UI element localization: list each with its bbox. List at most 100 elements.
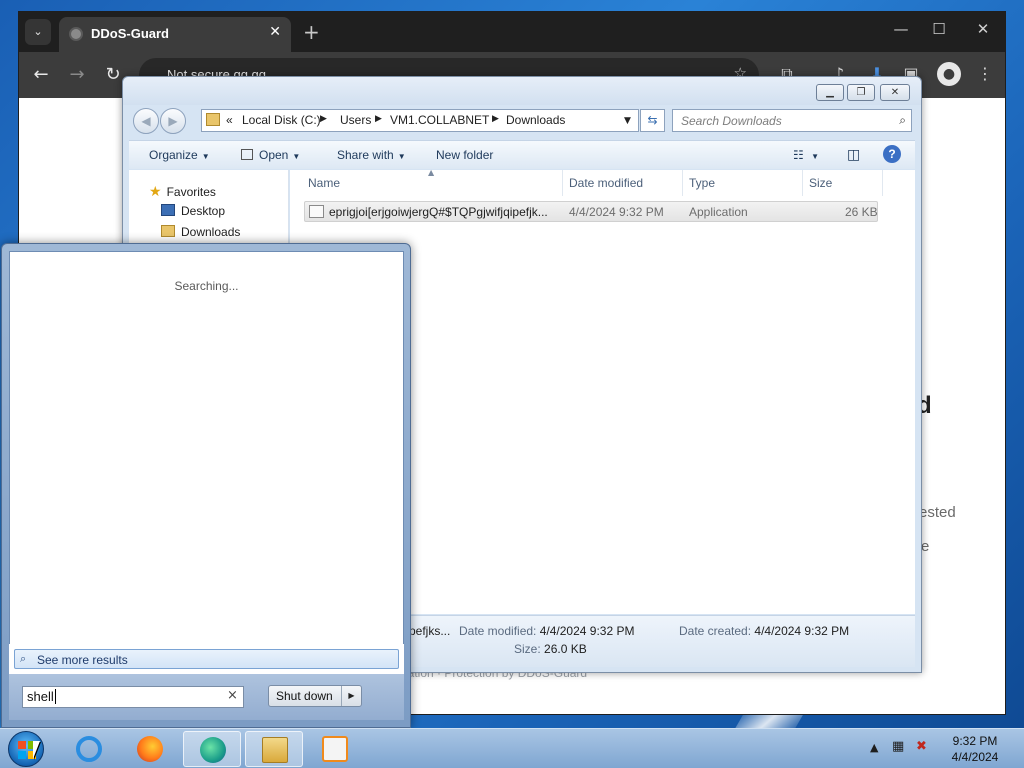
breadcrumb-chevron-icon[interactable]: ▶	[375, 114, 382, 124]
column-header-name[interactable]: Name	[308, 176, 340, 190]
taskbar-internet-explorer[interactable]	[60, 731, 118, 767]
page-text-fragment-2: e	[921, 538, 930, 555]
see-more-results-label: See more results	[37, 653, 128, 667]
internet-explorer-icon	[76, 736, 102, 762]
file-name: eprigjoi[erjgoiwjergQ#$TQPgjwifjqipefjk.…	[329, 205, 548, 219]
firefox-icon	[137, 736, 163, 762]
column-header-size[interactable]: Size	[809, 176, 832, 190]
breadcrumb-user-folder[interactable]: VM1.COLLABNET	[390, 113, 489, 127]
explorer-search-input[interactable]: Search Downloads ⌕	[672, 109, 912, 132]
column-header-type[interactable]: Type	[689, 176, 715, 190]
explorer-forward-icon[interactable]: ▶	[160, 108, 186, 134]
edge-icon	[200, 737, 226, 763]
search-icon: ⌕	[20, 652, 27, 665]
nav-favorites-label: Favorites	[166, 185, 216, 199]
column-header-date-modified[interactable]: Date modified	[569, 176, 643, 190]
address-dropdown-icon[interactable]: ▼	[624, 116, 631, 126]
organize-button[interactable]: Organize ▼	[149, 148, 210, 162]
share-with-button[interactable]: Share with ▼	[337, 148, 406, 162]
back-arrow-icon[interactable]: ←	[29, 64, 53, 85]
taskbar-firefox[interactable]	[121, 731, 179, 767]
shut-down-label: Shut down	[276, 689, 333, 703]
explorer-back-icon[interactable]: ◀	[133, 108, 159, 134]
breadcrumb-chevron-icon[interactable]: ▶	[320, 114, 327, 124]
open-button[interactable]: Open ▼	[241, 148, 300, 162]
forward-arrow-icon[interactable]: →	[65, 64, 89, 85]
start-menu: Searching... ⌕ See more results shell × …	[1, 243, 411, 728]
start-search-area: shell × Shut down ▶	[9, 674, 404, 720]
tab-search-button[interactable]: ⌄	[25, 19, 51, 45]
mouse-cursor-icon	[33, 741, 47, 759]
tab-ddos-guard[interactable]: DDoS-Guard ✕	[59, 17, 291, 52]
explorer-minimize-icon[interactable]: ▁	[816, 84, 844, 101]
menu-kebab-icon[interactable]: ⋮	[973, 64, 997, 83]
file-size: 26 KB	[845, 205, 878, 219]
desktop-icon	[161, 204, 175, 216]
breadcrumb-local-disk[interactable]: Local Disk (C:)	[242, 113, 321, 127]
table-row[interactable]: eprigjoi[erjgoiwjergQ#$TQPgjwifjqipefjk.…	[304, 201, 878, 222]
nav-favorites[interactable]: ★ Favorites	[149, 183, 216, 200]
help-icon[interactable]: ?	[883, 145, 901, 163]
breadcrumb-downloads[interactable]: Downloads	[506, 113, 565, 127]
tab-close-button[interactable]: ✕	[269, 24, 281, 40]
maximize-icon[interactable]: ☐	[927, 20, 951, 38]
start-search-input[interactable]: shell	[22, 686, 244, 708]
explorer-title-bar[interactable]: ▁ ❐ ✕	[123, 77, 921, 105]
search-icon[interactable]: ⌕	[899, 113, 906, 128]
breadcrumb-chevron-icon[interactable]: ▶	[492, 114, 499, 124]
shut-down-button[interactable]: Shut down ▶	[268, 685, 362, 707]
chevron-down-icon: ▼	[397, 152, 406, 161]
close-icon[interactable]: ✕	[971, 20, 995, 38]
searching-status: Searching...	[174, 279, 239, 293]
start-search-value: shell	[27, 689, 54, 704]
profile-avatar-icon[interactable]: ●	[937, 62, 961, 86]
refresh-icon[interactable]: ⇆	[640, 109, 665, 132]
column-separator[interactable]	[682, 170, 683, 196]
details-size-value: 26.0 KB	[544, 642, 587, 656]
explorer-address-bar[interactable]: « Local Disk (C:) ▶ Users ▶ VM1.COLLABNE…	[201, 109, 639, 132]
new-tab-button[interactable]: +	[303, 20, 320, 44]
application-icon	[309, 205, 324, 218]
share-with-label: Share with	[337, 148, 394, 162]
breadcrumb-overflow[interactable]: «	[226, 113, 233, 127]
details-date-modified-value: 4/4/2024 9:32 PM	[539, 624, 635, 638]
folder-icon	[206, 113, 220, 126]
taskbar-media-player[interactable]	[306, 731, 364, 767]
details-date-modified: Date modified: 4/4/2024 9:32 PM	[459, 624, 634, 638]
tab-title: DDoS-Guard	[91, 26, 169, 41]
nav-downloads[interactable]: Downloads	[161, 225, 240, 239]
details-size: Size: 26.0 KB	[514, 642, 587, 656]
preview-pane-icon[interactable]: ◫	[847, 146, 860, 163]
open-icon	[241, 149, 253, 160]
breadcrumb-users[interactable]: Users	[340, 113, 371, 127]
details-date-created: Date created: 4/4/2024 9:32 PM	[679, 624, 849, 638]
file-explorer-icon	[262, 737, 288, 763]
clock-date: 4/4/2024	[951, 750, 999, 764]
details-date-modified-label: Date modified:	[459, 624, 537, 638]
column-separator[interactable]	[802, 170, 803, 196]
network-icon[interactable]: ▦	[892, 739, 904, 754]
see-more-results-button[interactable]: ⌕ See more results	[14, 649, 399, 669]
file-date-modified: 4/4/2024 9:32 PM	[569, 205, 664, 219]
downloads-folder-icon	[161, 225, 175, 237]
clear-search-icon[interactable]: ×	[227, 688, 238, 703]
explorer-restore-icon[interactable]: ❐	[847, 84, 875, 101]
view-options-icon[interactable]: ☷ ▼	[793, 148, 819, 162]
column-separator[interactable]	[562, 170, 563, 196]
column-separator[interactable]	[882, 170, 883, 196]
nav-desktop[interactable]: Desktop	[161, 204, 225, 218]
show-hidden-icons-icon[interactable]: ▲	[870, 741, 878, 754]
shut-down-options-icon[interactable]: ▶	[341, 686, 361, 706]
taskbar-clock[interactable]: 9:32 PM 4/4/2024	[940, 733, 1010, 765]
page-text-fragment-1: ested	[919, 504, 956, 521]
volume-muted-icon[interactable]: ✖	[916, 739, 927, 754]
explorer-close-icon[interactable]: ✕	[880, 84, 910, 101]
details-size-label: Size:	[514, 642, 541, 656]
minimize-icon[interactable]: —	[889, 20, 913, 38]
taskbar-edge[interactable]	[183, 731, 241, 767]
command-bar: Organize ▼ Open ▼ Share with ▼ New folder ☷…	[129, 140, 915, 169]
start-menu-lower: ⌕ See more results shell × Shut down ▶	[9, 644, 404, 720]
sort-arrow-icon: ▲	[428, 168, 435, 177]
taskbar-explorer[interactable]	[245, 731, 303, 767]
new-folder-button[interactable]: New folder	[436, 148, 493, 162]
